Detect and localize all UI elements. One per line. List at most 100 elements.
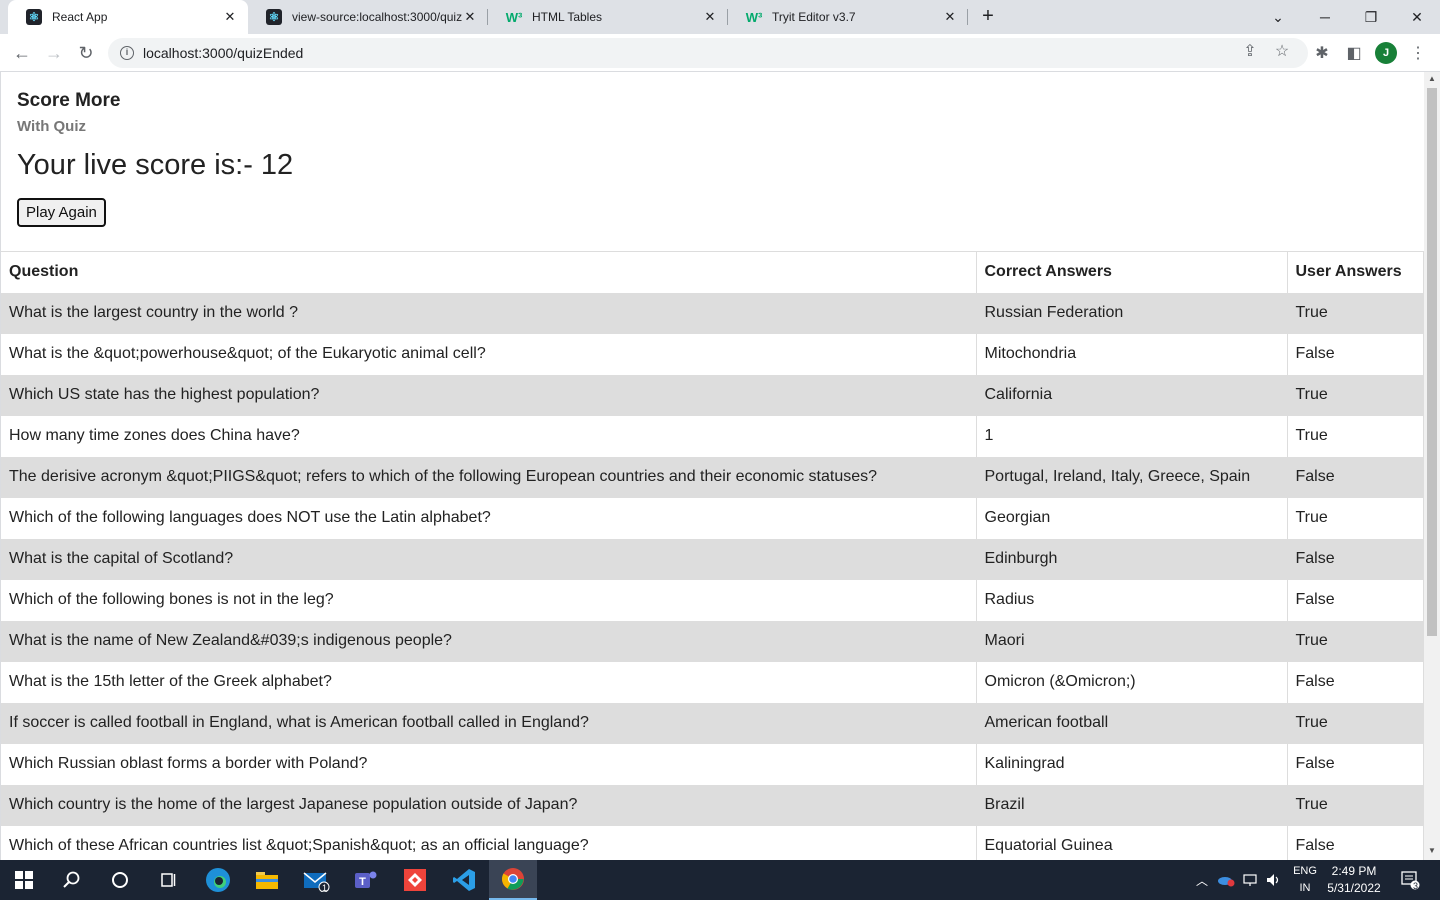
correct-answer-cell: 1 xyxy=(976,415,1288,457)
user-answer-cell: True xyxy=(1287,374,1424,416)
column-header-question: Question xyxy=(1,251,977,293)
user-answer-cell: False xyxy=(1287,825,1424,860)
task-view-icon[interactable] xyxy=(144,860,192,900)
tab-search-chevron-icon[interactable]: ⌄ xyxy=(1255,0,1301,34)
tab-html-tables[interactable]: W³ HTML Tables ✕ xyxy=(488,0,728,34)
share-icon[interactable]: ⇪ xyxy=(1240,41,1260,61)
scroll-down-icon[interactable]: ▼ xyxy=(1424,846,1440,860)
table-row: How many time zones does China have? 1 Tru… xyxy=(1,415,1424,457)
close-icon[interactable]: ✕ xyxy=(222,9,238,25)
address-url[interactable]: localhost:3000/quizEnded xyxy=(143,45,303,61)
table-row: What is the 15th letter of the Greek alp… xyxy=(1,661,1424,703)
table-row: What is the capital of Scotland? Edinburg… xyxy=(1,538,1424,580)
table-row: What is the name of New Zealand&#039;s i… xyxy=(1,620,1424,662)
correct-answer-cell: Equatorial Guinea xyxy=(976,825,1288,860)
reload-icon[interactable]: ↻ xyxy=(72,39,100,67)
vscode-icon[interactable] xyxy=(440,860,488,900)
close-icon[interactable]: ✕ xyxy=(942,9,958,25)
site-info-icon[interactable]: i xyxy=(120,46,134,60)
user-answer-cell: True xyxy=(1287,702,1424,744)
table-row: What is the &quot;powerhouse&quot; of th… xyxy=(1,333,1424,375)
side-panel-icon[interactable]: ◧ xyxy=(1344,43,1364,63)
table-row: Which country is the home of the largest… xyxy=(1,784,1424,826)
correct-answer-cell: Radius xyxy=(976,579,1288,621)
windows-taskbar: 1 T ︿ ENG IN 2:49 PM 5/31/2022 3 xyxy=(0,860,1440,900)
question-cell: Which Russian oblast forms a border with… xyxy=(1,743,977,785)
bookmark-star-icon[interactable]: ☆ xyxy=(1272,41,1292,61)
mail-icon[interactable]: 1 xyxy=(292,860,340,900)
brand-tagline: With Quiz xyxy=(17,118,87,135)
question-cell: What is the largest country in the world… xyxy=(1,292,977,334)
system-clock[interactable]: 2:49 PM 5/31/2022 xyxy=(1322,863,1386,897)
table-row: If soccer is called football in England,… xyxy=(1,702,1424,744)
restore-icon[interactable]: ❐ xyxy=(1348,0,1394,34)
tab-react-app[interactable]: ⚛ React App ✕ xyxy=(8,0,248,34)
close-icon[interactable]: ✕ xyxy=(462,9,478,25)
chrome-icon[interactable] xyxy=(489,860,537,900)
question-cell: Which of the following languages does NO… xyxy=(1,497,977,539)
question-cell: What is the 15th letter of the Greek alp… xyxy=(1,661,977,703)
input-language-indicator[interactable]: ENG IN xyxy=(1290,863,1320,897)
back-icon[interactable]: ← xyxy=(8,39,36,67)
windows-start-icon[interactable] xyxy=(0,860,48,900)
profile-avatar[interactable]: J xyxy=(1375,42,1397,64)
cortana-icon[interactable] xyxy=(96,860,144,900)
user-answer-cell: False xyxy=(1287,743,1424,785)
extensions-icon[interactable]: ✱ xyxy=(1312,43,1332,63)
new-tab-icon[interactable]: + xyxy=(976,5,1000,29)
forward-icon[interactable]: → xyxy=(40,39,68,67)
close-window-icon[interactable]: ✕ xyxy=(1394,0,1440,34)
correct-answer-cell: Maori xyxy=(976,620,1288,662)
live-score: Your live score is:- 12 xyxy=(17,149,294,181)
user-answer-cell: False xyxy=(1287,333,1424,375)
correct-answer-cell: Portugal, Ireland, Italy, Greece, Spain xyxy=(976,456,1288,498)
tab-title: HTML Tables xyxy=(532,10,603,24)
teams-icon[interactable]: T xyxy=(342,860,390,900)
question-cell: How many time zones does China have? xyxy=(1,415,977,457)
table-row: Which of the following languages does NO… xyxy=(1,497,1424,539)
page-viewport: Score More With Quiz Your live score is:… xyxy=(0,72,1424,860)
region-code: IN xyxy=(1299,882,1311,894)
scroll-up-icon[interactable]: ▲ xyxy=(1424,74,1440,88)
user-answer-cell: True xyxy=(1287,292,1424,334)
correct-answer-cell: Mitochondria xyxy=(976,333,1288,375)
close-icon[interactable]: ✕ xyxy=(702,9,718,25)
correct-answer-cell: American football xyxy=(976,702,1288,744)
tab-view-source[interactable]: ⚛ view-source:localhost:3000/quizE ✕ xyxy=(248,0,488,34)
correct-answer-cell: Kaliningrad xyxy=(976,743,1288,785)
network-icon[interactable] xyxy=(1240,860,1260,900)
correct-answer-cell: Russian Federation xyxy=(976,292,1288,334)
vertical-scrollbar[interactable]: ▲ ▼ xyxy=(1424,72,1440,860)
notification-count: 3 xyxy=(1413,881,1419,891)
scrollbar-thumb[interactable] xyxy=(1427,88,1437,636)
quiz-header: Score More With Quiz Your live score is:… xyxy=(1,72,1424,251)
show-hidden-icons-chevron-icon[interactable]: ︿ xyxy=(1192,860,1212,900)
onedrive-error-icon[interactable] xyxy=(1216,860,1236,900)
column-header-user-answers: User Answers xyxy=(1287,251,1424,293)
user-answer-cell: True xyxy=(1287,784,1424,826)
question-cell: What is the &quot;powerhouse&quot; of th… xyxy=(1,333,977,375)
volume-icon[interactable] xyxy=(1264,860,1284,900)
react-icon: ⚛ xyxy=(266,9,282,25)
address-bar[interactable]: i localhost:3000/quizEnded xyxy=(108,38,1308,68)
menu-kebab-icon[interactable]: ⋮ xyxy=(1408,43,1428,63)
notification-center-icon[interactable]: 3 xyxy=(1394,860,1426,900)
anydesk-icon[interactable] xyxy=(391,860,439,900)
tab-divider xyxy=(967,9,968,25)
search-icon[interactable] xyxy=(48,860,96,900)
file-explorer-icon[interactable] xyxy=(243,860,291,900)
correct-answer-cell: California xyxy=(976,374,1288,416)
minimize-icon[interactable]: ─ xyxy=(1302,0,1348,34)
table-header-row: Question Correct Answers User Answers xyxy=(1,251,1424,293)
table-row: Which US state has the highest populatio… xyxy=(1,374,1424,416)
language-code: ENG xyxy=(1293,865,1317,877)
w3schools-icon: W³ xyxy=(505,9,523,25)
results-table-body: What is the largest country in the world… xyxy=(1,292,1424,860)
brand-title: Score More xyxy=(17,90,121,111)
tab-tryit-editor[interactable]: W³ Tryit Editor v3.7 ✕ xyxy=(728,0,968,34)
table-row: Which of these African countries list &q… xyxy=(1,825,1424,860)
user-answer-cell: False xyxy=(1287,456,1424,498)
edge-icon[interactable] xyxy=(194,860,242,900)
play-again-button[interactable]: Play Again xyxy=(17,198,106,227)
user-answer-cell: True xyxy=(1287,620,1424,662)
